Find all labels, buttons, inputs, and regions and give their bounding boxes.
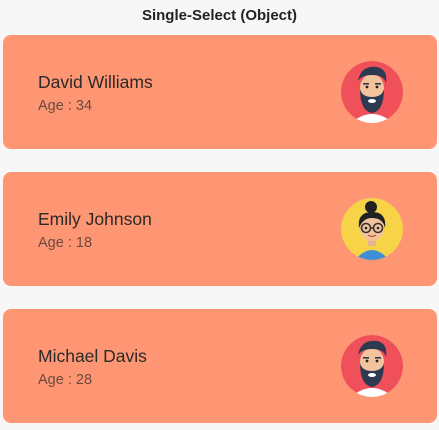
person-card-david-williams[interactable]: David Williams Age : 34 xyxy=(3,35,437,149)
person-age: Age : 34 xyxy=(38,98,93,114)
bearded-man-avatar-icon xyxy=(341,335,403,397)
person-name: Michael Davis xyxy=(38,346,147,366)
page: Single-Select (Object) David Williams Ag… xyxy=(0,0,439,430)
person-name: Emily Johnson xyxy=(38,209,152,229)
person-age: Age : 28 xyxy=(38,372,93,388)
page-title: Single-Select (Object) xyxy=(141,7,298,24)
person-name: David Williams xyxy=(38,72,153,92)
bearded-man-avatar-icon xyxy=(341,61,403,123)
person-list: David Williams Age : 34 Emily Johnson Ag… xyxy=(3,35,437,430)
person-age: Age : 18 xyxy=(38,235,93,251)
person-card-emily-johnson[interactable]: Emily Johnson Age : 18 xyxy=(3,172,437,286)
woman-glasses-avatar-icon xyxy=(341,198,403,260)
person-card-michael-davis[interactable]: Michael Davis Age : 28 xyxy=(3,309,437,423)
